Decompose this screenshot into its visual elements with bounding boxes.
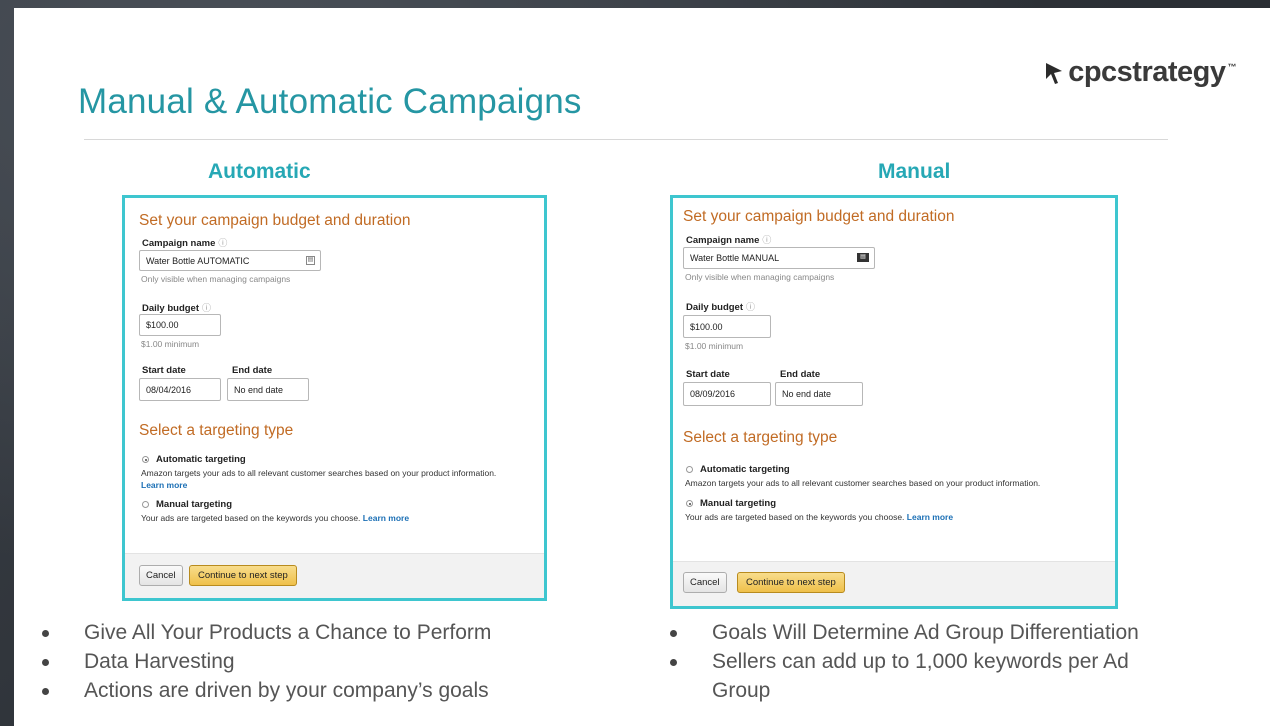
help-icon[interactable]: ⓘ — [202, 303, 211, 313]
continue-button[interactable]: Continue to next step — [189, 565, 297, 586]
start-date-value: 08/04/2016 — [146, 384, 192, 395]
start-date-input[interactable]: 08/09/2016 — [683, 382, 771, 406]
panel-footer: Cancel Continue to next step — [673, 561, 1115, 606]
manual-targeting-desc: Your ads are targeted based on the keywo… — [141, 513, 410, 523]
keyboard-icon[interactable]: ▤ — [306, 256, 315, 265]
cursor-arrow-icon — [1046, 62, 1063, 84]
daily-budget-value: $100.00 — [146, 320, 179, 330]
bullet-item: Actions are driven by your company’s goa… — [40, 676, 600, 705]
campaign-name-label: Campaign name ⓘ — [142, 238, 228, 249]
campaign-name-value: Water Bottle AUTOMATIC — [146, 255, 250, 266]
end-date-input[interactable]: No end date — [227, 378, 309, 401]
campaign-name-note: Only visible when managing campaigns — [685, 272, 835, 282]
manual-targeting-option[interactable]: Manual targeting — [142, 499, 232, 510]
end-date-label: End date — [780, 369, 821, 380]
bullet-item: Goals Will Determine Ad Group Differenti… — [668, 618, 1228, 647]
automatic-targeting-option[interactable]: Automatic targeting — [686, 464, 790, 475]
learn-more-link[interactable]: Learn more — [141, 480, 187, 490]
end-date-value: No end date — [234, 384, 284, 395]
continue-button[interactable]: Continue to next step — [737, 572, 845, 593]
campaign-name-input[interactable]: Water Bottle AUTOMATIC ▤ — [139, 250, 321, 271]
automatic-bullet-list: Give All Your Products a Chance to Perfo… — [40, 618, 600, 705]
campaign-name-label: Campaign name ⓘ — [686, 235, 772, 246]
automatic-targeting-desc: Amazon targets your ads to all relevant … — [141, 468, 497, 478]
slide-title: Manual & Automatic Campaigns — [78, 82, 582, 121]
manual-campaign-panel: Set your campaign budget and duration Ca… — [670, 195, 1118, 609]
radio-button-checked[interactable] — [142, 456, 149, 463]
manual-targeting-option[interactable]: Manual targeting — [686, 498, 776, 509]
daily-budget-value: $100.00 — [690, 321, 723, 332]
keyboard-icon[interactable]: ▤ — [857, 253, 869, 262]
title-divider — [84, 139, 1168, 140]
daily-budget-note: $1.00 minimum — [141, 339, 200, 349]
logo-trademark: ™ — [1227, 62, 1237, 72]
automatic-targeting-label: Automatic targeting — [700, 464, 790, 475]
bullet-item: Data Harvesting — [40, 647, 600, 676]
cpcstrategy-logo: cpcstrategy ™ — [1043, 56, 1236, 89]
daily-budget-note: $1.00 minimum — [685, 341, 744, 351]
manual-targeting-desc: Your ads are targeted based on the keywo… — [685, 512, 954, 522]
daily-budget-label: Daily budget ⓘ — [142, 303, 212, 314]
panel-title: Set your campaign budget and duration — [139, 212, 411, 229]
learn-more-link[interactable]: Learn more — [363, 513, 409, 523]
daily-budget-input[interactable]: $100.00 — [683, 315, 771, 338]
manual-heading: Manual — [878, 160, 951, 183]
manual-bullet-list: Goals Will Determine Ad Group Differenti… — [668, 618, 1228, 705]
start-date-label: Start date — [142, 365, 186, 376]
end-date-value: No end date — [782, 389, 832, 399]
automatic-heading: Automatic — [208, 160, 311, 183]
automatic-targeting-label: Automatic targeting — [156, 454, 246, 465]
help-icon[interactable]: ⓘ — [218, 238, 227, 248]
campaign-name-value: Water Bottle MANUAL — [690, 253, 780, 263]
start-date-input[interactable]: 08/04/2016 — [139, 378, 221, 401]
radio-button-checked[interactable] — [686, 500, 693, 507]
start-date-value: 08/09/2016 — [690, 389, 736, 399]
end-date-input[interactable]: No end date — [775, 382, 863, 406]
automatic-targeting-option[interactable]: Automatic targeting — [142, 454, 246, 465]
panel-footer: Cancel Continue to next step — [125, 553, 544, 598]
end-date-label: End date — [232, 365, 273, 376]
targeting-title: Select a targeting type — [683, 429, 838, 446]
panel-title: Set your campaign budget and duration — [683, 208, 955, 225]
help-icon[interactable]: ⓘ — [762, 235, 771, 245]
automatic-campaign-panel: Set your campaign budget and duration Ca… — [122, 195, 547, 601]
daily-budget-label: Daily budget ⓘ — [686, 302, 756, 313]
automatic-targeting-desc: Amazon targets your ads to all relevant … — [685, 478, 1041, 488]
bullet-item: Sellers can add up to 1,000 keywords per… — [668, 647, 1182, 705]
radio-button[interactable] — [686, 466, 693, 473]
logo-text: cpcstrategy — [1068, 56, 1226, 88]
campaign-name-input[interactable]: Water Bottle MANUAL ▤ — [683, 247, 875, 269]
manual-targeting-label: Manual targeting — [156, 499, 233, 510]
targeting-title: Select a targeting type — [139, 422, 294, 439]
start-date-label: Start date — [686, 369, 730, 380]
campaign-name-note: Only visible when managing campaigns — [141, 274, 291, 284]
cancel-button[interactable]: Cancel — [139, 565, 183, 586]
help-icon[interactable]: ⓘ — [746, 302, 755, 312]
manual-targeting-label: Manual targeting — [700, 498, 777, 509]
learn-more-link[interactable]: Learn more — [907, 512, 953, 522]
cancel-button[interactable]: Cancel — [683, 572, 727, 593]
bullet-item: Give All Your Products a Chance to Perfo… — [40, 618, 600, 647]
daily-budget-input[interactable]: $100.00 — [139, 314, 221, 336]
radio-button[interactable] — [142, 501, 149, 508]
slide: Manual & Automatic Campaigns cpcstrategy… — [14, 8, 1270, 726]
